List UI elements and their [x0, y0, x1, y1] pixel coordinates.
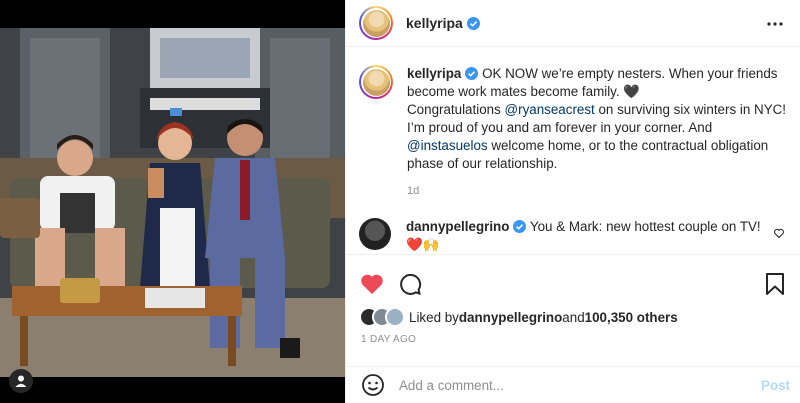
likes-middle: and	[562, 309, 585, 325]
heart-filled-icon	[361, 274, 383, 294]
smiley-icon[interactable]	[361, 373, 385, 397]
liker-avatars	[359, 307, 407, 327]
person-icon	[15, 375, 27, 387]
post-photo-illustration	[0, 28, 345, 377]
like-button[interactable]	[359, 271, 385, 297]
caption-text: OK NOW we’re empty nesters. When your fr…	[407, 66, 778, 99]
mention-link[interactable]: @ryanseacrest	[505, 102, 595, 117]
caption-timestamp[interactable]: 1d	[407, 182, 787, 200]
commenter-avatar[interactable]	[359, 218, 391, 250]
comment-item: dannypellegrino You & Mark: new hottest …	[359, 218, 788, 254]
likes-user-link[interactable]: dannypellegrino	[459, 310, 562, 325]
verified-badge-icon	[466, 16, 480, 30]
author-username[interactable]: kellyripa	[406, 15, 463, 31]
bookmark-icon	[766, 273, 784, 295]
more-horizontal-icon	[767, 22, 783, 26]
post-details-panel: kellyripa kellyripa OK NOW we’re empty n…	[345, 0, 800, 403]
action-bar	[346, 254, 800, 310]
likes-count-link[interactable]: 100,350 others	[585, 310, 678, 325]
author-avatar[interactable]	[359, 6, 393, 40]
caption-body: kellyripa OK NOW we’re empty nesters. Wh…	[407, 65, 787, 200]
like-comment-icon[interactable]	[773, 227, 785, 239]
comment-input[interactable]	[399, 377, 739, 393]
commenter-username[interactable]: dannypellegrino	[406, 219, 509, 234]
verified-badge-icon	[465, 67, 479, 80]
comment-button[interactable]	[397, 271, 423, 297]
caption-username[interactable]: kellyripa	[407, 66, 461, 81]
tagged-users-button[interactable]	[9, 369, 33, 393]
likes-summary: Liked by dannypellegrino and 100,350 oth…	[359, 306, 678, 328]
verified-badge-icon	[513, 220, 527, 233]
add-comment-bar: Post	[346, 366, 800, 403]
post-caption: kellyripa OK NOW we’re empty nesters. Wh…	[359, 65, 788, 200]
mention-link[interactable]: @instasuelos	[407, 138, 488, 153]
post-header: kellyripa	[346, 0, 800, 47]
post-timestamp[interactable]: 1 DAY AGO	[361, 334, 416, 345]
caption-text: Congratulations	[407, 102, 505, 117]
likes-prefix: Liked by	[409, 309, 459, 325]
comment-bubble-icon	[400, 273, 422, 295]
post-media	[0, 0, 345, 403]
save-button[interactable]	[762, 271, 788, 297]
comments-section: kellyripa OK NOW we’re empty nesters. Wh…	[346, 47, 800, 254]
liker-avatar[interactable]	[385, 307, 405, 327]
more-options-button[interactable]	[765, 14, 785, 34]
caption-author-avatar[interactable]	[359, 65, 393, 99]
post-photo[interactable]	[0, 28, 345, 377]
comment-body: dannypellegrino You & Mark: new hottest …	[406, 218, 766, 254]
post-comment-button[interactable]: Post	[761, 378, 790, 393]
